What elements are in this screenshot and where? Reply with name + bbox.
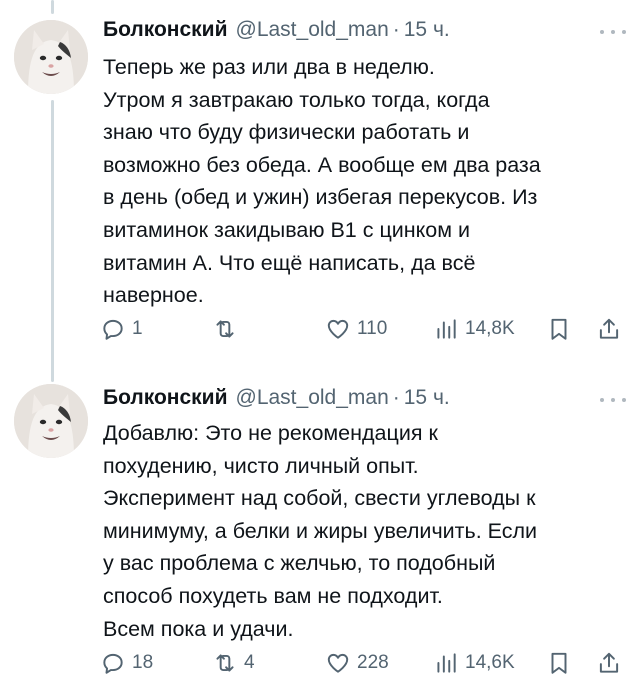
- reply-button[interactable]: 1: [100, 314, 143, 344]
- separator: ·: [392, 18, 400, 41]
- tweet-line: наверное.: [103, 283, 204, 308]
- avatar-cat-image: [14, 20, 88, 94]
- avatar[interactable]: [14, 384, 88, 458]
- tweet-line: знаю что буду физически работать и: [103, 120, 470, 145]
- views-icon: [437, 319, 456, 339]
- tweet-line: Всем пока и удачи.: [103, 616, 294, 641]
- author-handle[interactable]: @Last_old_man: [236, 386, 389, 410]
- separator: ·: [392, 386, 400, 409]
- timestamp[interactable]: 15 ч.: [404, 18, 450, 42]
- bookmark-icon: [551, 652, 567, 674]
- like-count: 110: [357, 318, 388, 339]
- tweet-line: минимуму, а белки и жиры увеличить. Если: [103, 518, 538, 543]
- bookmark-button[interactable]: [546, 648, 572, 678]
- tweet-line: витамин А. Что ещё написать, да всё: [103, 250, 476, 275]
- action-bar: 18 4 228 14,6K: [100, 648, 630, 678]
- retweet-button[interactable]: 4: [212, 648, 255, 678]
- timestamp[interactable]: 15 ч.: [404, 386, 450, 410]
- like-count: 228: [357, 652, 389, 673]
- reply-icon: [103, 319, 123, 340]
- author-name[interactable]: Болконский: [103, 18, 228, 42]
- retweet-count: 4: [244, 652, 255, 673]
- more-icon[interactable]: [600, 390, 626, 410]
- share-icon: [599, 652, 619, 673]
- retweet-button[interactable]: [212, 314, 244, 344]
- action-bar: 1 110 14,8K: [100, 314, 630, 344]
- like-button[interactable]: 110: [325, 314, 387, 344]
- retweet-icon: [216, 320, 234, 338]
- tweet-line: возможно без обеда. А вообще ем два раза: [103, 152, 541, 177]
- tweet-line: Теперь же раз или два в неделю.: [103, 55, 435, 79]
- tweet-line: способ похудеть вам не подходит.: [103, 583, 443, 608]
- author-name[interactable]: Болконский: [103, 386, 228, 410]
- views-button[interactable]: 14,8K: [433, 314, 515, 344]
- author-handle[interactable]: @Last_old_man: [236, 18, 389, 42]
- tweet-2[interactable]: Болконский @Last_old_man · 15 ч. Добавлю…: [0, 370, 640, 691]
- tweet-line: в день (обед и ужин) избегая перекусов. …: [103, 185, 538, 210]
- tweet-line: у вас проблема с желчью, то подобный: [103, 551, 496, 576]
- views-count: 14,6K: [465, 652, 515, 673]
- more-icon[interactable]: [600, 22, 626, 42]
- tweet-line: Добавлю: Это не рекомендация к: [103, 421, 438, 445]
- share-button[interactable]: [596, 648, 622, 678]
- avatar-cat-image: [14, 384, 88, 458]
- tweet-header: Болконский @Last_old_man · 15 ч.: [103, 384, 450, 412]
- retweet-icon: [216, 654, 234, 672]
- like-button[interactable]: 228: [325, 648, 389, 678]
- heart-icon: [327, 319, 349, 339]
- tweet-text: Добавлю: Это не рекомендация к похудению…: [103, 417, 623, 645]
- reply-count: 1: [132, 318, 143, 339]
- views-count: 14,8K: [465, 318, 515, 339]
- tweet-line: Эксперимент над собой, свести углеводы к: [103, 486, 536, 511]
- tweet-1[interactable]: Болконский @Last_old_man · 15 ч. Теперь …: [0, 0, 640, 370]
- heart-icon: [327, 653, 349, 673]
- tweet-line: Утром я завтракаю только тогда, когда: [103, 87, 490, 112]
- views-button[interactable]: 14,6K: [433, 648, 515, 678]
- share-icon: [599, 318, 619, 339]
- bookmark-button[interactable]: [546, 314, 572, 344]
- tweet-line: похудению, чисто личный опыт.: [103, 453, 419, 478]
- reply-button[interactable]: 18: [100, 648, 153, 678]
- reply-icon: [103, 653, 123, 674]
- views-icon: [437, 653, 456, 673]
- share-button[interactable]: [596, 314, 622, 344]
- bookmark-icon: [551, 318, 567, 340]
- reply-count: 18: [132, 652, 154, 673]
- tweet-line: витаминок закидываю B1 с цинком и: [103, 217, 471, 242]
- tweet-header: Болконский @Last_old_man · 15 ч.: [103, 16, 450, 44]
- avatar[interactable]: [14, 20, 88, 94]
- tweet-text: Теперь же раз или два в неделю. Утром я …: [103, 51, 623, 312]
